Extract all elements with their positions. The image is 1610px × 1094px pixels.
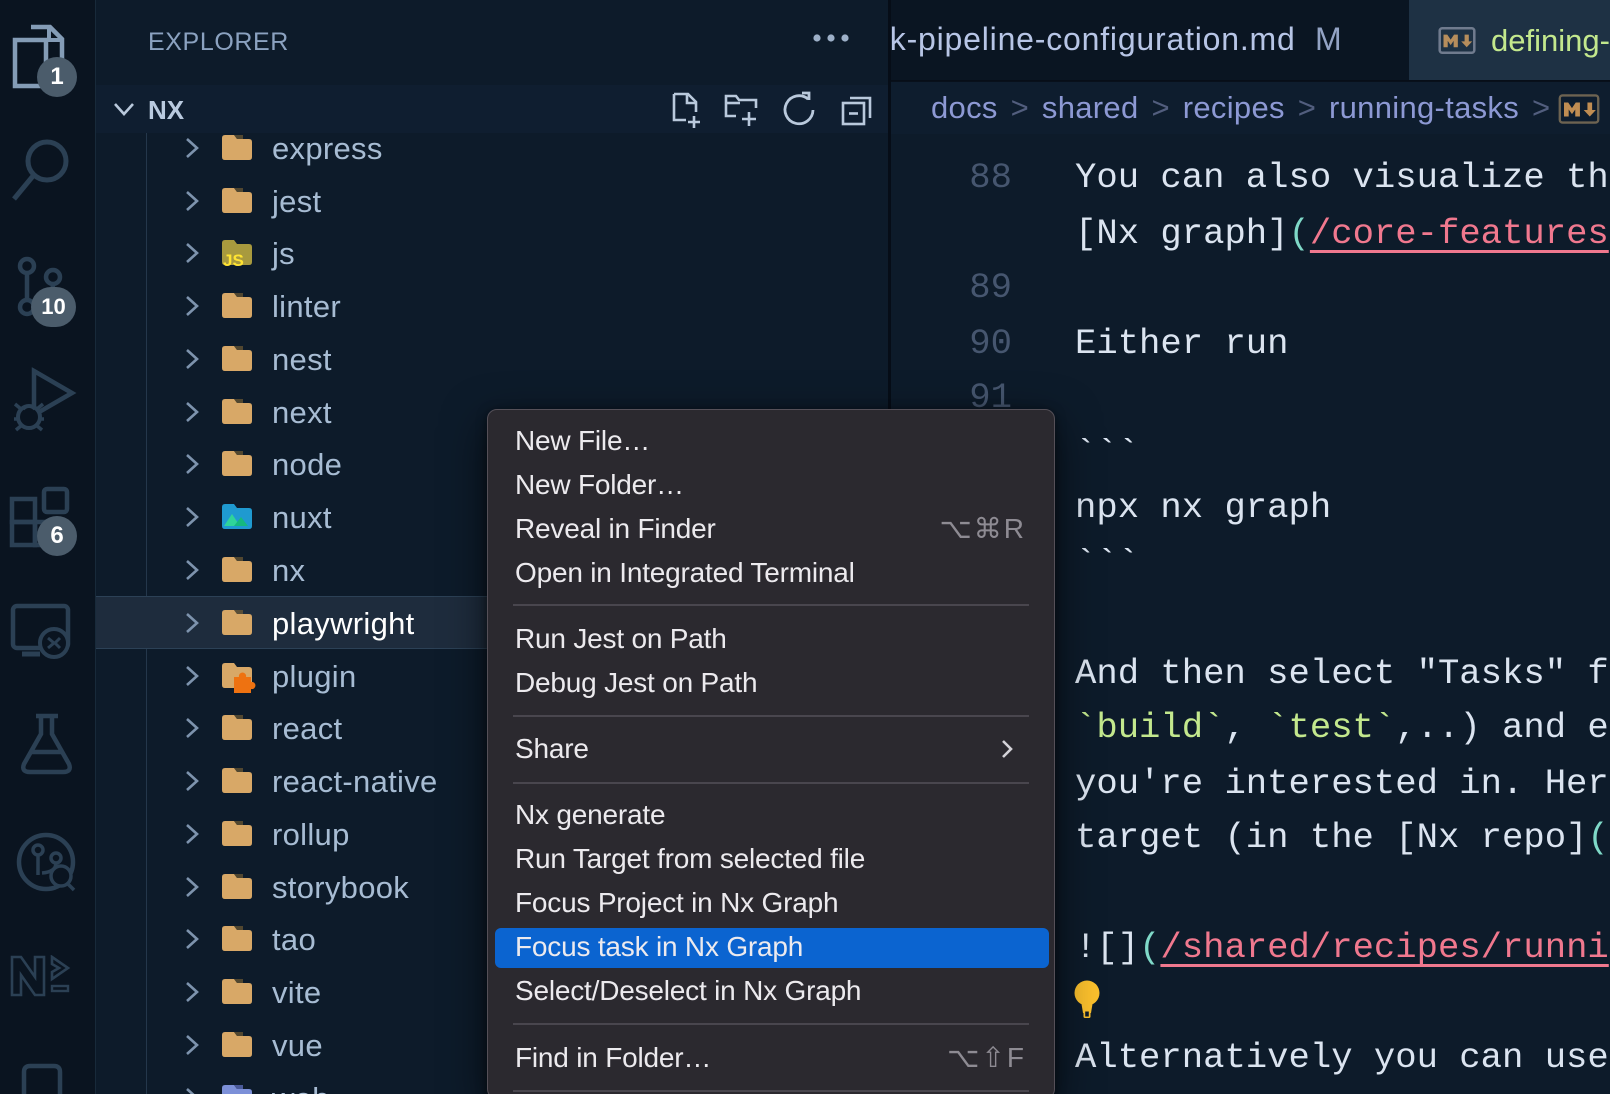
svg-text:JS: JS xyxy=(223,251,244,268)
